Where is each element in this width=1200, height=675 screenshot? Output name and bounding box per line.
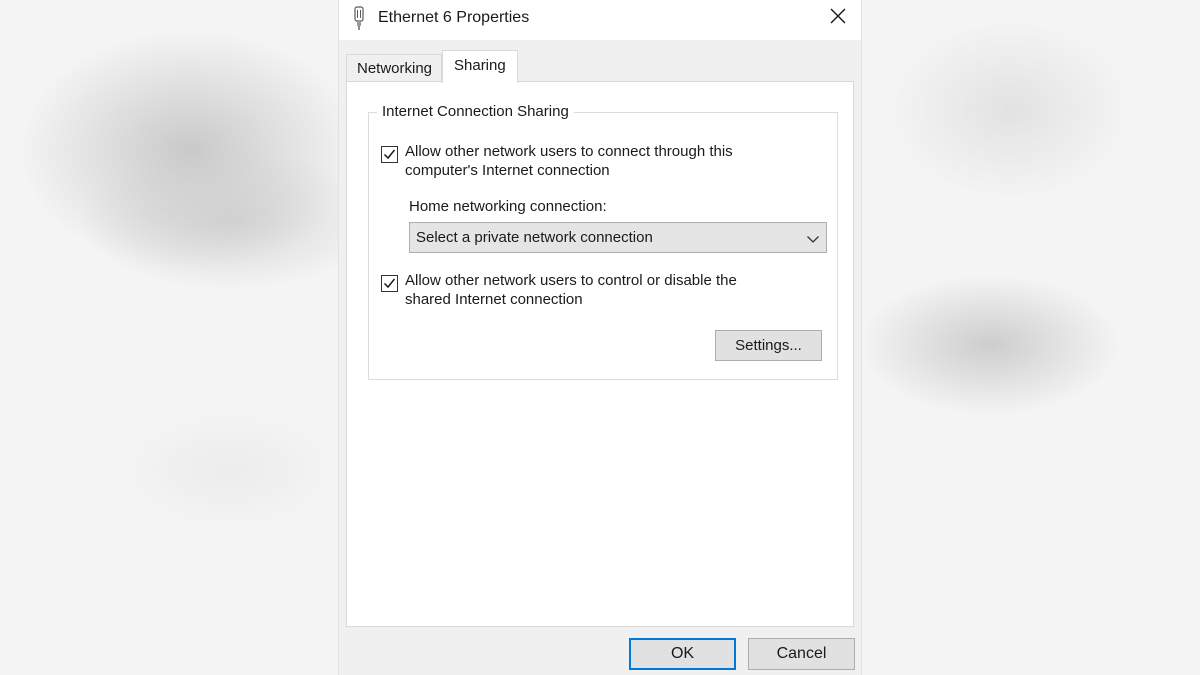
- allow-connect-label[interactable]: Allow other network users to connect thr…: [405, 142, 795, 180]
- internet-connection-sharing-group: Internet Connection Sharing Allow other …: [368, 103, 838, 380]
- checkmark-icon: [383, 149, 396, 160]
- allow-connect-checkbox[interactable]: [381, 146, 398, 163]
- home-networking-select[interactable]: Select a private network connection: [409, 222, 827, 253]
- cancel-button[interactable]: Cancel: [748, 638, 855, 670]
- group-title: Internet Connection Sharing: [377, 103, 574, 121]
- properties-dialog: Ethernet 6 Properties Networking Sharing…: [338, 0, 862, 675]
- allow-connect-label-line2: computer's Internet connection: [405, 162, 610, 179]
- allow-control-checkbox[interactable]: [381, 275, 398, 292]
- allow-control-label[interactable]: Allow other network users to control or …: [405, 271, 795, 309]
- allow-connect-label-line1: Allow other network users to connect thr…: [405, 143, 733, 160]
- tab-sharing[interactable]: Sharing: [442, 50, 518, 83]
- sharing-tab-panel: Internet Connection Sharing Allow other …: [346, 81, 854, 627]
- window-title: Ethernet 6 Properties: [378, 9, 530, 26]
- chevron-down-icon: [806, 232, 820, 244]
- tab-networking[interactable]: Networking: [346, 54, 442, 82]
- ethernet-adapter-icon: [352, 6, 366, 30]
- ok-button[interactable]: OK: [629, 638, 736, 670]
- allow-control-label-line1: Allow other network users to control or …: [405, 272, 737, 289]
- settings-button[interactable]: Settings...: [715, 330, 822, 361]
- close-button[interactable]: [815, 0, 861, 36]
- close-icon: [830, 8, 846, 29]
- checkmark-icon: [383, 278, 396, 289]
- title-bar: Ethernet 6 Properties: [339, 0, 861, 40]
- allow-control-label-line2: shared Internet connection: [405, 291, 583, 308]
- tab-strip: Networking Sharing: [346, 50, 856, 83]
- home-networking-select-value: Select a private network connection: [416, 229, 653, 246]
- home-networking-label: Home networking connection:: [409, 198, 607, 215]
